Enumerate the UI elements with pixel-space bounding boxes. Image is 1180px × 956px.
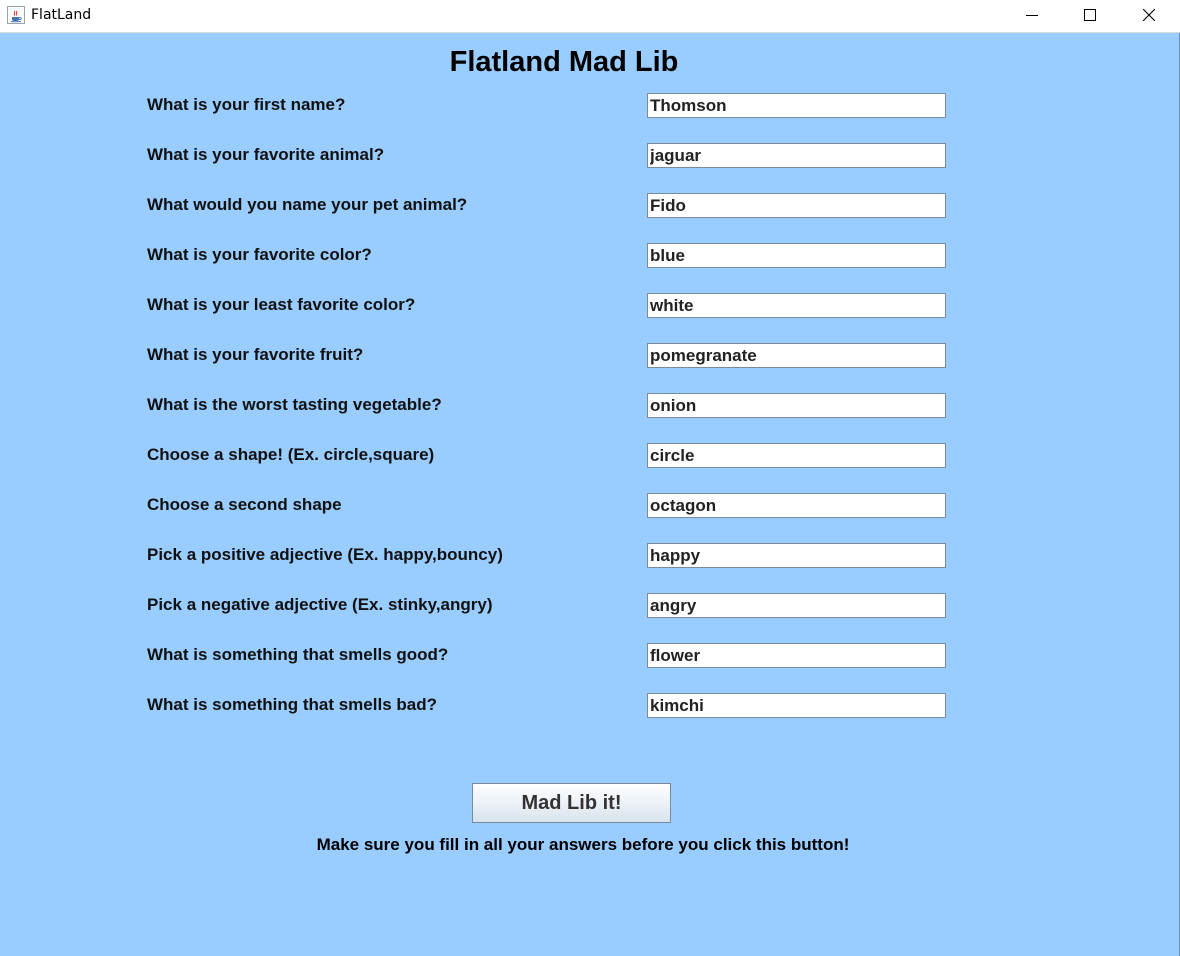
- mad-lib-button[interactable]: Mad Lib it!: [472, 783, 671, 823]
- smells-bad-input[interactable]: [647, 693, 946, 718]
- negative-adjective-input[interactable]: [647, 593, 946, 618]
- instruction-text: Make sure you fill in all your answers b…: [316, 835, 850, 854]
- favorite-animal-input[interactable]: [647, 143, 946, 168]
- smells-good-input[interactable]: [647, 643, 946, 668]
- minimize-button[interactable]: [1003, 0, 1061, 30]
- question-label-worst-vegetable: What is the worst tasting vegetable?: [147, 395, 442, 414]
- question-label-favorite-fruit: What is your favorite fruit?: [147, 345, 364, 364]
- first-shape-input[interactable]: [647, 443, 946, 468]
- question-label-second-shape: Choose a second shape: [147, 495, 342, 514]
- maximize-icon: [1084, 9, 1096, 21]
- close-icon: [1143, 9, 1155, 21]
- question-label-smells-bad: What is something that smells bad?: [147, 695, 437, 714]
- least-favorite-color-input[interactable]: [647, 293, 946, 318]
- favorite-color-input[interactable]: [647, 243, 946, 268]
- first-name-input[interactable]: [647, 93, 946, 118]
- worst-vegetable-input[interactable]: [647, 393, 946, 418]
- question-label-positive-adjective: Pick a positive adjective (Ex. happy,bou…: [147, 545, 503, 564]
- minimize-icon: [1026, 15, 1038, 16]
- question-label-smells-good: What is something that smells good?: [147, 645, 449, 664]
- question-label-favorite-animal: What is your favorite animal?: [147, 145, 385, 164]
- window-title: FlatLand: [31, 7, 92, 23]
- question-label-first-name: What is your first name?: [147, 95, 346, 114]
- flatland-window: FlatLand Flatland Mad Lib What is your f…: [0, 0, 1180, 956]
- question-label-first-shape: Choose a shape! (Ex. circle,square): [147, 445, 435, 464]
- question-label-favorite-color: What is your favorite color?: [147, 245, 372, 264]
- question-label-pet-name: What would you name your pet animal?: [147, 195, 468, 214]
- page-title: Flatland Mad Lib: [449, 46, 679, 78]
- maximize-button[interactable]: [1061, 0, 1119, 30]
- title-bar[interactable]: FlatLand: [0, 0, 1180, 33]
- second-shape-input[interactable]: [647, 493, 946, 518]
- pet-name-input[interactable]: [647, 193, 946, 218]
- positive-adjective-input[interactable]: [647, 543, 946, 568]
- question-label-least-favorite-color: What is your least favorite color?: [147, 295, 416, 314]
- question-label-negative-adjective: Pick a negative adjective (Ex. stinky,an…: [147, 595, 493, 614]
- java-cup-icon: [7, 6, 25, 24]
- close-button[interactable]: [1120, 0, 1178, 30]
- favorite-fruit-input[interactable]: [647, 343, 946, 368]
